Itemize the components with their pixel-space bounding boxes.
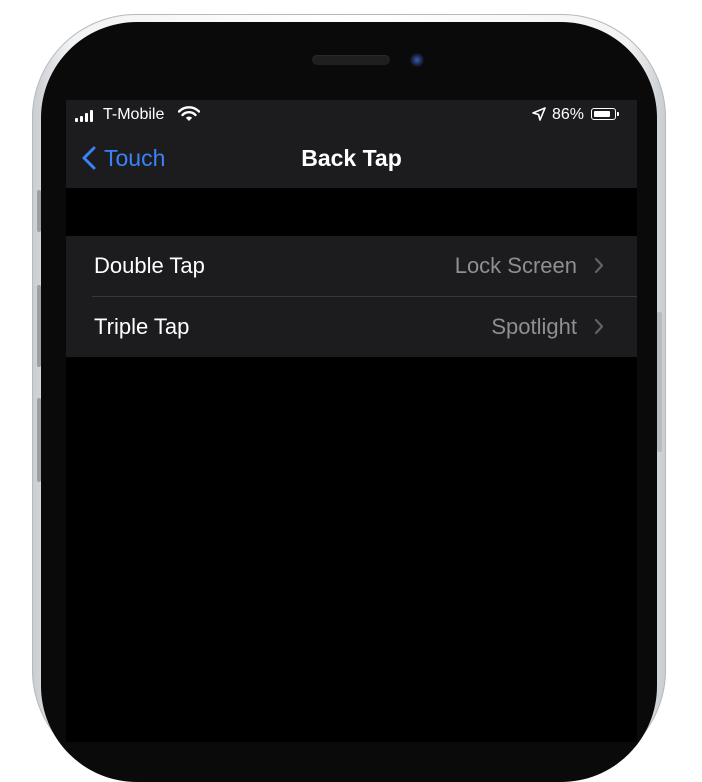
- chevron-right-icon: [594, 318, 604, 335]
- status-bar: T-Mobile 86%: [66, 100, 637, 130]
- signal-icon: [75, 110, 95, 122]
- wifi-icon: [178, 106, 200, 121]
- row-value: Lock Screen: [454, 253, 577, 278]
- battery-level-fill: [593, 110, 610, 117]
- battery-percent: 86%: [552, 106, 585, 123]
- front-camera: [410, 53, 424, 67]
- side-button: [657, 312, 662, 452]
- double-tap-row[interactable]: Double Tap Lock Screen: [66, 236, 637, 296]
- screen: T-Mobile 86% Touch Back Tap Double Tap L…: [66, 100, 637, 742]
- carrier-name: T-Mobile: [103, 106, 165, 123]
- triple-tap-row[interactable]: Triple Tap Spotlight: [66, 297, 637, 357]
- chevron-right-icon: [594, 257, 604, 274]
- navigation-bar: Touch Back Tap: [66, 130, 637, 188]
- location-arrow-icon: [532, 107, 546, 121]
- back-tap-options-group: Double Tap Lock Screen Triple Tap Spotli…: [66, 236, 637, 357]
- row-label: Double Tap: [94, 253, 205, 278]
- earpiece-speaker: [312, 55, 390, 65]
- battery-icon: [591, 108, 619, 120]
- row-value: Spotlight: [491, 314, 577, 339]
- row-label: Triple Tap: [94, 314, 190, 339]
- page-title: Back Tap: [301, 145, 402, 171]
